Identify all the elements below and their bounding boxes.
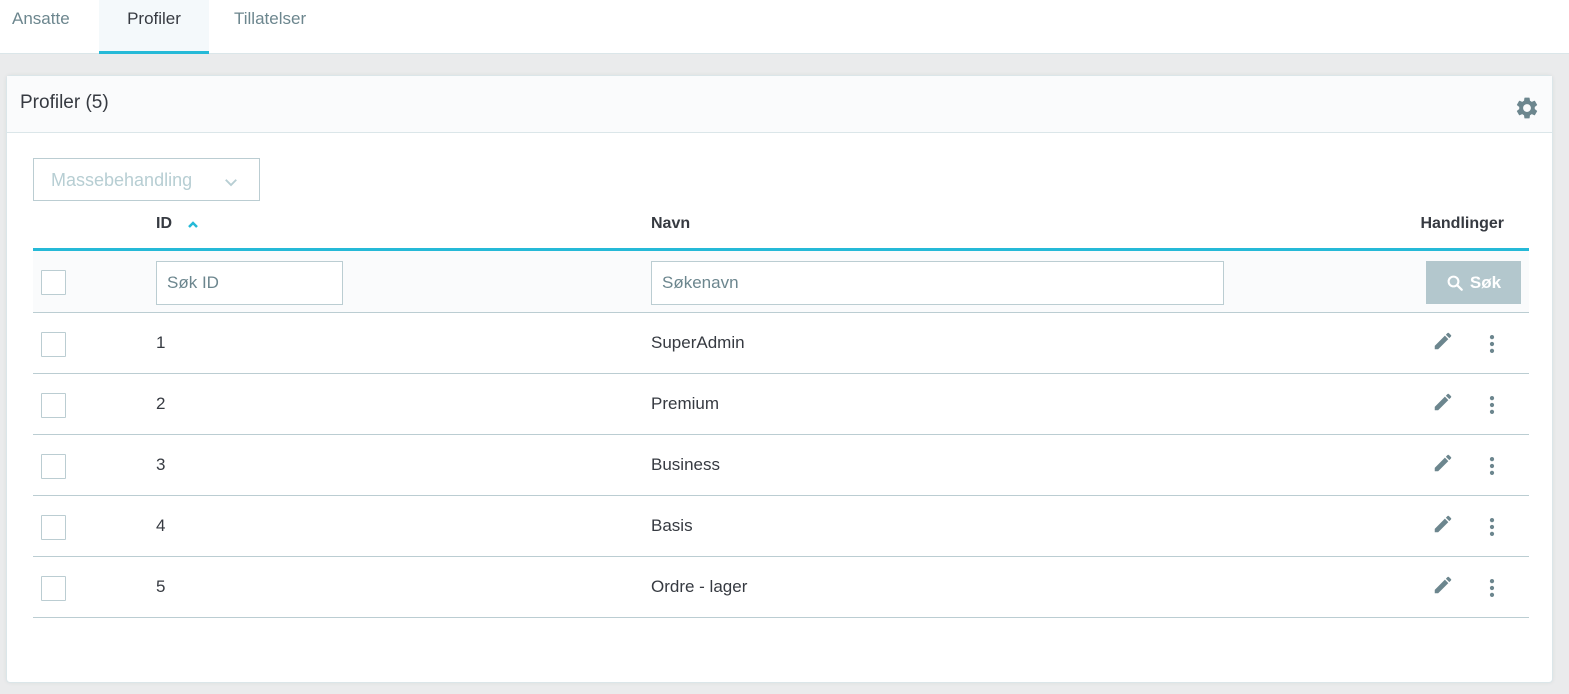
row-checkbox[interactable]: [41, 332, 66, 357]
filter-row: Søk: [33, 251, 1529, 313]
row-name: SuperAdmin: [651, 333, 745, 352]
column-header-actions: Handlinger: [1420, 215, 1504, 232]
pencil-icon[interactable]: [1432, 452, 1454, 474]
row-name: Business: [651, 455, 720, 474]
search-name-input[interactable]: [651, 261, 1224, 305]
more-vertical-icon[interactable]: [1481, 516, 1503, 538]
row-checkbox[interactable]: [41, 393, 66, 418]
card-title: Profiler (5): [20, 92, 109, 113]
row-checkbox[interactable]: [41, 576, 66, 601]
table-row: 1 SuperAdmin: [33, 313, 1529, 374]
table-header: ID Navn Handlinger: [33, 202, 1529, 251]
row-id: 5: [156, 577, 166, 596]
chevron-up-icon[interactable]: [186, 219, 200, 229]
bulk-actions-dropdown[interactable]: Massebehandling: [33, 158, 260, 201]
search-id-input[interactable]: [156, 261, 343, 305]
tab-profiler[interactable]: Profiler: [99, 0, 209, 54]
profiles-card: Profiler (5) Massebehandling ID Navn Han…: [6, 75, 1553, 683]
table-row: 4 Basis: [33, 496, 1529, 557]
table-row: 5 Ordre - lager: [33, 557, 1529, 618]
pencil-icon[interactable]: [1432, 391, 1454, 413]
row-id: 1: [156, 333, 166, 352]
table-row: 2 Premium: [33, 374, 1529, 435]
row-name: Premium: [651, 394, 720, 413]
more-vertical-icon[interactable]: [1481, 577, 1503, 599]
row-id: 2: [156, 394, 166, 413]
column-header-id[interactable]: ID: [156, 215, 172, 233]
pencil-icon[interactable]: [1432, 513, 1454, 535]
card-header: Profiler (5): [7, 76, 1552, 133]
more-vertical-icon[interactable]: [1481, 455, 1503, 477]
column-header-name: Navn: [651, 215, 691, 232]
row-name: Ordre - lager: [651, 577, 748, 596]
search-button[interactable]: Søk: [1426, 261, 1521, 304]
tab-tillatelser[interactable]: Tillatelser: [209, 0, 331, 54]
more-vertical-icon[interactable]: [1481, 394, 1503, 416]
row-id: 3: [156, 455, 166, 474]
tab-ansatte[interactable]: Ansatte: [0, 0, 95, 54]
chevron-down-icon: [225, 179, 237, 187]
row-id: 4: [156, 516, 166, 535]
search-button-label: Søk: [1469, 272, 1502, 292]
more-vertical-icon[interactable]: [1481, 333, 1503, 355]
pencil-icon[interactable]: [1432, 330, 1454, 352]
table-row: 3 Business: [33, 435, 1529, 496]
select-all-checkbox[interactable]: [41, 270, 66, 295]
bulk-actions-label: Massebehandling: [51, 170, 193, 190]
tabs-bar: Ansatte Profiler Tillatelser: [0, 0, 1569, 54]
pencil-icon[interactable]: [1432, 574, 1454, 596]
row-name: Basis: [651, 516, 693, 535]
row-checkbox[interactable]: [41, 454, 66, 479]
search-icon: [1447, 275, 1463, 291]
row-checkbox[interactable]: [41, 515, 66, 540]
gear-icon[interactable]: [1514, 95, 1540, 121]
